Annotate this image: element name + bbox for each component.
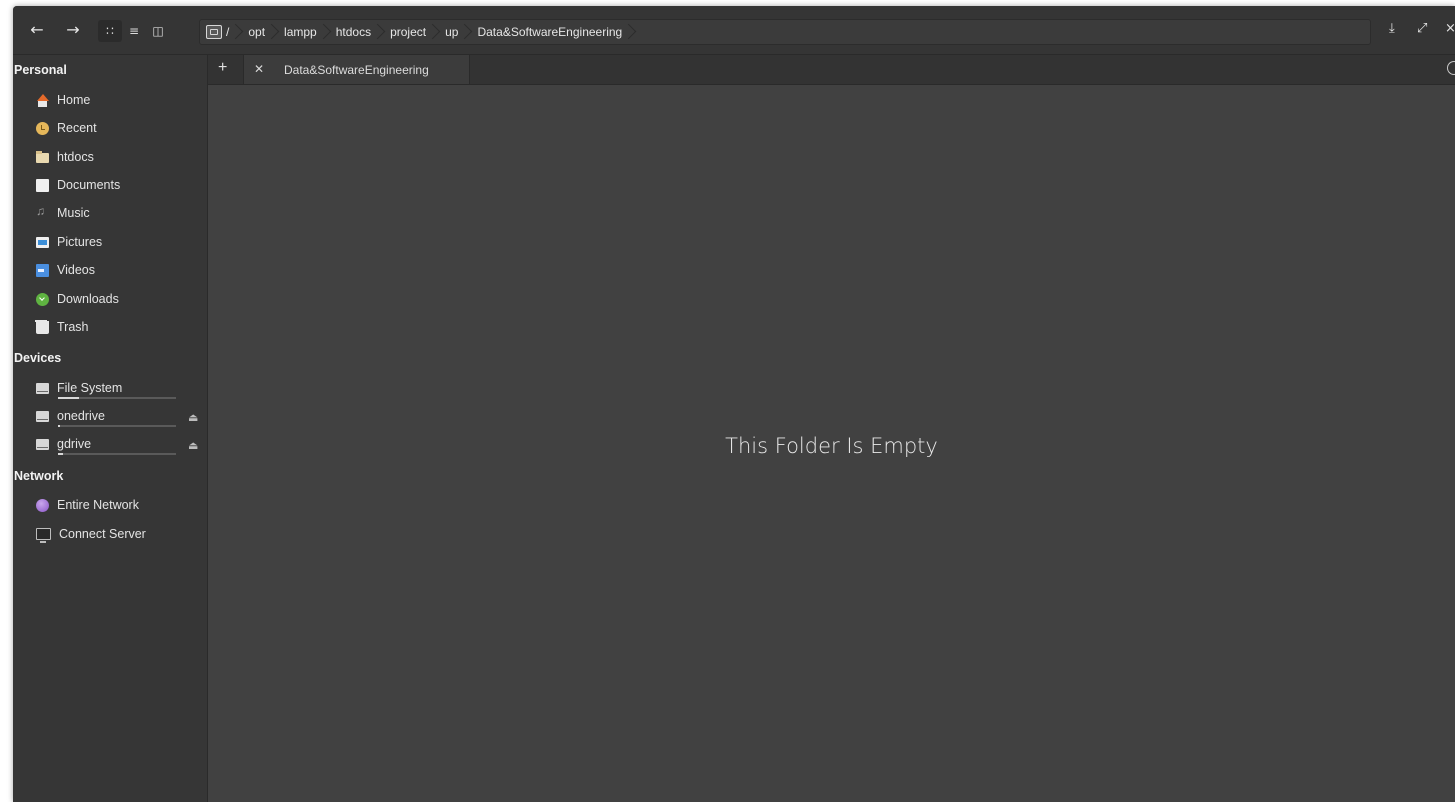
pictures-icon <box>36 236 49 248</box>
breadcrumb-project[interactable]: project <box>380 20 435 44</box>
list-view-icon[interactable]: ≡ <box>122 20 146 42</box>
network-icon <box>36 498 49 512</box>
usage-bar-onedrive <box>58 425 176 427</box>
music-icon <box>36 204 49 220</box>
sidebar-item-label: onedrive <box>57 409 105 423</box>
recent-icon <box>36 121 49 135</box>
server-icon <box>36 528 51 543</box>
sidebar-item-label: Connect Server <box>59 527 146 541</box>
sidebar-item-trash[interactable]: Trash <box>35 317 89 337</box>
documents-icon <box>36 178 49 192</box>
sidebar-item-documents[interactable]: Documents <box>36 175 120 195</box>
sidebar-item-label: Pictures <box>57 235 103 249</box>
breadcrumb[interactable]: / opt lampp htdocs project up Data&Softw… <box>199 19 1371 45</box>
trash-icon <box>35 319 49 334</box>
breadcrumb-htdocs[interactable]: htdocs <box>326 20 380 44</box>
sidebar-item-pictures[interactable]: Pictures <box>36 232 102 252</box>
sidebar-item-label: Documents <box>57 178 121 192</box>
back-arrow-icon[interactable]: ← <box>25 20 49 40</box>
close-tab-icon[interactable]: ✕ <box>254 62 264 76</box>
add-tab-icon[interactable]: + <box>218 59 227 77</box>
sidebar-item-label: Recent <box>57 121 97 135</box>
sidebar-item-onedrive[interactable]: onedrive <box>36 406 105 426</box>
restore-tab-icon[interactable] <box>1447 61 1455 75</box>
file-manager-window: ← → ∷ ≡ ◫ / opt lampp htdocs project up … <box>13 6 1455 802</box>
forward-arrow-icon[interactable]: → <box>61 20 85 40</box>
breadcrumb-lampp[interactable]: lampp <box>274 20 326 44</box>
sidebar-item-label: Home <box>57 93 91 107</box>
sidebar-item-music[interactable]: Music <box>36 203 90 223</box>
sidebar-item-recent[interactable]: Recent <box>36 118 97 138</box>
sidebar-item-label: Entire Network <box>57 498 139 512</box>
sidebar-item-label: Music <box>57 206 90 220</box>
tab-label: Data&SoftwareEngineering <box>284 63 429 77</box>
folder-icon <box>36 151 49 163</box>
eject-icon[interactable]: ⏏ <box>188 412 200 424</box>
view-switcher: ∷ ≡ ◫ <box>98 20 170 42</box>
sidebar-item-downloads[interactable]: Downloads <box>36 289 119 309</box>
usage-fill <box>58 453 63 455</box>
sidebar: Personal Home Recent htdocs Documents Mu… <box>13 55 208 802</box>
tab-data-software-engineering[interactable]: ✕ Data&SoftwareEngineering <box>243 55 470 84</box>
usage-bar-file-system <box>58 397 176 399</box>
sidebar-item-htdocs[interactable]: htdocs <box>36 147 94 167</box>
home-icon <box>36 93 49 107</box>
sidebar-item-label: htdocs <box>57 150 94 164</box>
column-view-icon[interactable]: ◫ <box>146 20 170 42</box>
close-icon[interactable]: × <box>1445 21 1455 36</box>
drive-icon <box>36 382 49 394</box>
maximize-icon[interactable]: ⤢ <box>1417 21 1427 36</box>
sidebar-item-label: Downloads <box>57 292 119 306</box>
breadcrumb-current[interactable]: Data&SoftwareEngineering <box>467 20 631 44</box>
sidebar-item-label: Videos <box>57 263 95 277</box>
usage-fill <box>58 397 80 399</box>
sidebar-item-entire-network[interactable]: Entire Network <box>36 495 139 515</box>
breadcrumb-up[interactable]: up <box>435 20 467 44</box>
drive-icon <box>36 438 49 450</box>
sidebar-item-gdrive[interactable]: gdrive <box>36 434 91 454</box>
usage-fill <box>58 425 61 427</box>
sidebar-item-label: File System <box>57 381 123 395</box>
usage-bar-gdrive <box>58 453 176 455</box>
section-title-devices: Devices <box>14 351 62 365</box>
headerbar: ← → ∷ ≡ ◫ / opt lampp htdocs project up … <box>13 6 1455 55</box>
grid-view-icon[interactable]: ∷ <box>98 20 122 42</box>
sidebar-item-file-system[interactable]: File System <box>36 378 122 398</box>
minimize-icon[interactable]: ⤓ <box>1389 21 1395 36</box>
tab-bar: + ✕ Data&SoftwareEngineering <box>208 55 1455 85</box>
section-title-personal: Personal <box>14 63 67 77</box>
section-title-network: Network <box>14 469 64 483</box>
downloads-icon <box>36 292 49 306</box>
sidebar-item-connect-server[interactable]: Connect Server <box>36 524 146 544</box>
sidebar-item-home[interactable]: Home <box>36 90 90 110</box>
breadcrumb-label: / <box>226 25 230 39</box>
drive-icon <box>36 410 49 422</box>
breadcrumb-root[interactable]: / <box>200 20 238 44</box>
sidebar-item-label: Trash <box>57 320 89 334</box>
drive-icon <box>206 25 222 39</box>
empty-folder-message: This Folder Is Empty <box>725 434 938 458</box>
breadcrumb-opt[interactable]: opt <box>238 20 274 44</box>
eject-icon[interactable]: ⏏ <box>188 440 200 452</box>
sidebar-item-videos[interactable]: Videos <box>36 260 95 280</box>
file-view[interactable]: This Folder Is Empty <box>208 85 1455 802</box>
sidebar-item-label: gdrive <box>57 437 92 451</box>
videos-icon <box>36 263 49 277</box>
